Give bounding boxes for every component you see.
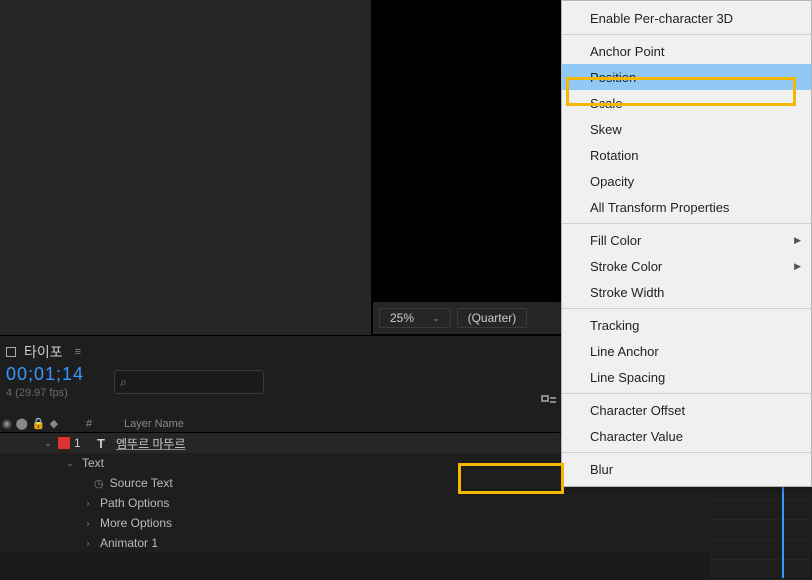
menu-item-character-offset[interactable]: Character Offset [562, 397, 811, 423]
project-panel [0, 0, 372, 335]
menu-separator [562, 393, 811, 394]
menu-item-line-anchor[interactable]: Line Anchor [562, 338, 811, 364]
stop-icon [6, 347, 16, 357]
menu-separator [562, 452, 811, 453]
layer-index: 1 [74, 436, 84, 450]
menu-item-character-value[interactable]: Character Value [562, 423, 811, 449]
property-path-options[interactable]: › Path Options [0, 493, 812, 513]
video-switch-icon[interactable]: ◉ [2, 417, 12, 430]
twirl-open-icon[interactable]: ⌄ [64, 458, 76, 469]
menu-item-skew[interactable]: Skew [562, 116, 811, 142]
menu-item-all-transform-properties[interactable]: All Transform Properties [562, 194, 811, 220]
menu-separator [562, 308, 811, 309]
col-number: # [86, 418, 96, 430]
text-layer-icon: T [92, 436, 110, 450]
stopwatch-icon[interactable]: ◷ [94, 477, 104, 490]
layer-name[interactable]: 엠뚜르 마뚜르 [112, 435, 292, 452]
lock-icon[interactable]: 🔒 [32, 417, 46, 430]
menu-item-blur[interactable]: Blur [562, 456, 811, 482]
submenu-arrow-icon: ▶ [794, 261, 801, 272]
twirl-open-icon[interactable]: ⌄ [42, 438, 54, 449]
resolution-value: (Quarter) [468, 311, 517, 325]
search-icon: ⌕ [120, 375, 127, 390]
audio-switch-icon[interactable]: ⬤ [16, 417, 28, 430]
twirl-closed-icon[interactable]: › [82, 498, 94, 508]
submenu-arrow-icon: ▶ [794, 235, 801, 246]
property-animator-1[interactable]: › Animator 1 Add: ▶ [0, 533, 812, 553]
layer-color-chip[interactable] [58, 437, 70, 449]
timeline-search-input[interactable] [114, 370, 264, 394]
menu-separator [562, 223, 811, 224]
current-timecode[interactable]: 00;01;14 [6, 364, 84, 385]
property-more-options[interactable]: › More Options [0, 513, 812, 533]
twirl-closed-icon[interactable]: › [82, 538, 94, 548]
chevron-down-icon: ⌄ [432, 313, 440, 324]
menu-item-stroke-color[interactable]: Stroke Color▶ [562, 253, 811, 279]
label-icon[interactable]: ◆ [50, 417, 58, 430]
menu-item-stroke-width[interactable]: Stroke Width [562, 279, 811, 305]
menu-separator [562, 34, 811, 35]
zoom-value: 25% [390, 311, 414, 325]
menu-item-enable-per-character-3d[interactable]: Enable Per-character 3D [562, 5, 811, 31]
menu-item-fill-color[interactable]: Fill Color▶ [562, 227, 811, 253]
menu-item-position[interactable]: Position [562, 64, 811, 90]
composition-tab[interactable]: 타이포 [24, 342, 63, 362]
menu-item-line-spacing[interactable]: Line Spacing [562, 364, 811, 390]
twirl-closed-icon[interactable]: › [82, 518, 94, 528]
menu-item-tracking[interactable]: Tracking [562, 312, 811, 338]
menu-item-scale[interactable]: Scale [562, 90, 811, 116]
animate-context-menu: Enable Per-character 3D Anchor PointPosit… [561, 0, 812, 487]
panel-menu-icon[interactable]: ≡ [75, 346, 82, 358]
col-layer-name: Layer Name [96, 418, 640, 430]
menu-item-anchor-point[interactable]: Anchor Point [562, 38, 811, 64]
panel-tools-icon[interactable] [540, 394, 560, 408]
menu-item-rotation[interactable]: Rotation [562, 142, 811, 168]
resolution-dropdown[interactable]: (Quarter) [457, 308, 528, 328]
fps-label: 4 (29.97 fps) [6, 387, 84, 399]
menu-item-opacity[interactable]: Opacity [562, 168, 811, 194]
zoom-dropdown[interactable]: 25% ⌄ [379, 308, 451, 328]
